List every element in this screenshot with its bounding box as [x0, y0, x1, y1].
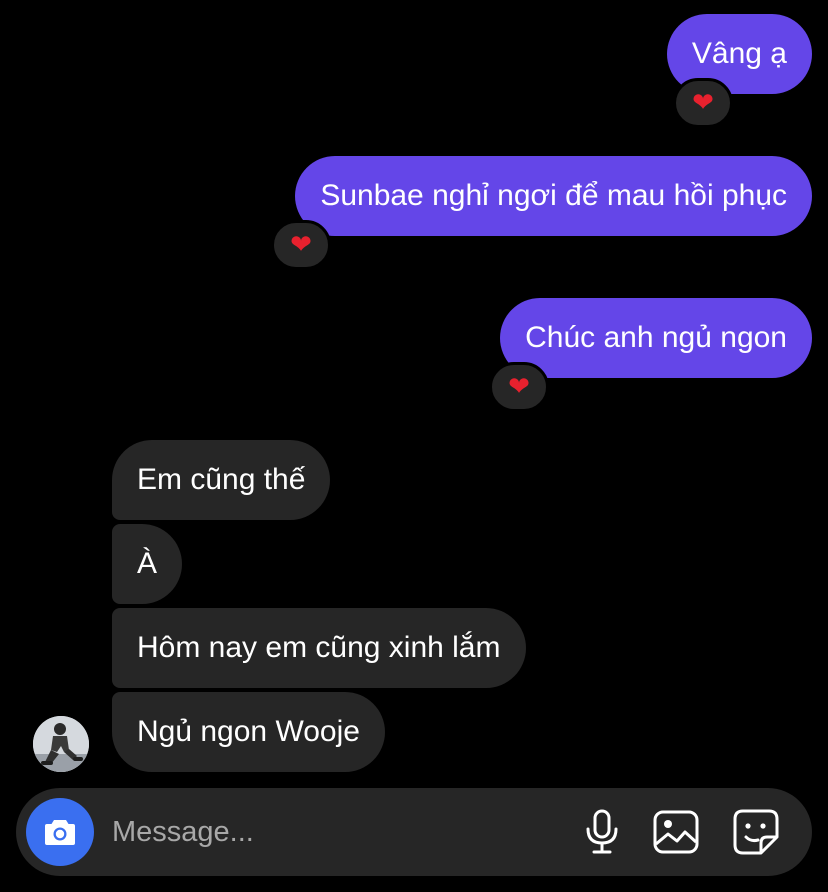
voice-message-button[interactable] [578, 808, 626, 856]
sent-message[interactable]: Chúc anh ngủ ngon [500, 298, 812, 378]
heart-reaction[interactable]: ❤ [271, 220, 331, 270]
avatar-photo [33, 716, 89, 772]
received-message[interactable]: Hôm nay em cũng xinh lắm [112, 608, 526, 688]
heart-reaction[interactable]: ❤ [673, 78, 733, 128]
chat-screen: Vâng ạ ❤ Sunbae nghỉ ngơi để mau hồi phụ… [0, 0, 828, 892]
received-message[interactable]: À [112, 524, 183, 604]
received-message[interactable]: Em cũng thế [112, 440, 331, 520]
camera-icon [45, 820, 75, 845]
sticker-button[interactable] [732, 808, 780, 856]
message-input[interactable] [112, 808, 552, 856]
avatar[interactable] [33, 716, 89, 772]
sent-message[interactable]: Sunbae nghỉ ngơi để mau hồi phục [295, 156, 812, 236]
sticker-icon [733, 809, 779, 855]
microphone-icon [586, 809, 618, 854]
gallery-button[interactable] [652, 808, 700, 856]
message-composer [16, 788, 812, 876]
camera-button[interactable] [26, 798, 94, 866]
heart-reaction[interactable]: ❤ [489, 362, 549, 412]
received-message[interactable]: Ngủ ngon Wooje [112, 692, 385, 772]
photo-gallery-icon [653, 810, 699, 854]
